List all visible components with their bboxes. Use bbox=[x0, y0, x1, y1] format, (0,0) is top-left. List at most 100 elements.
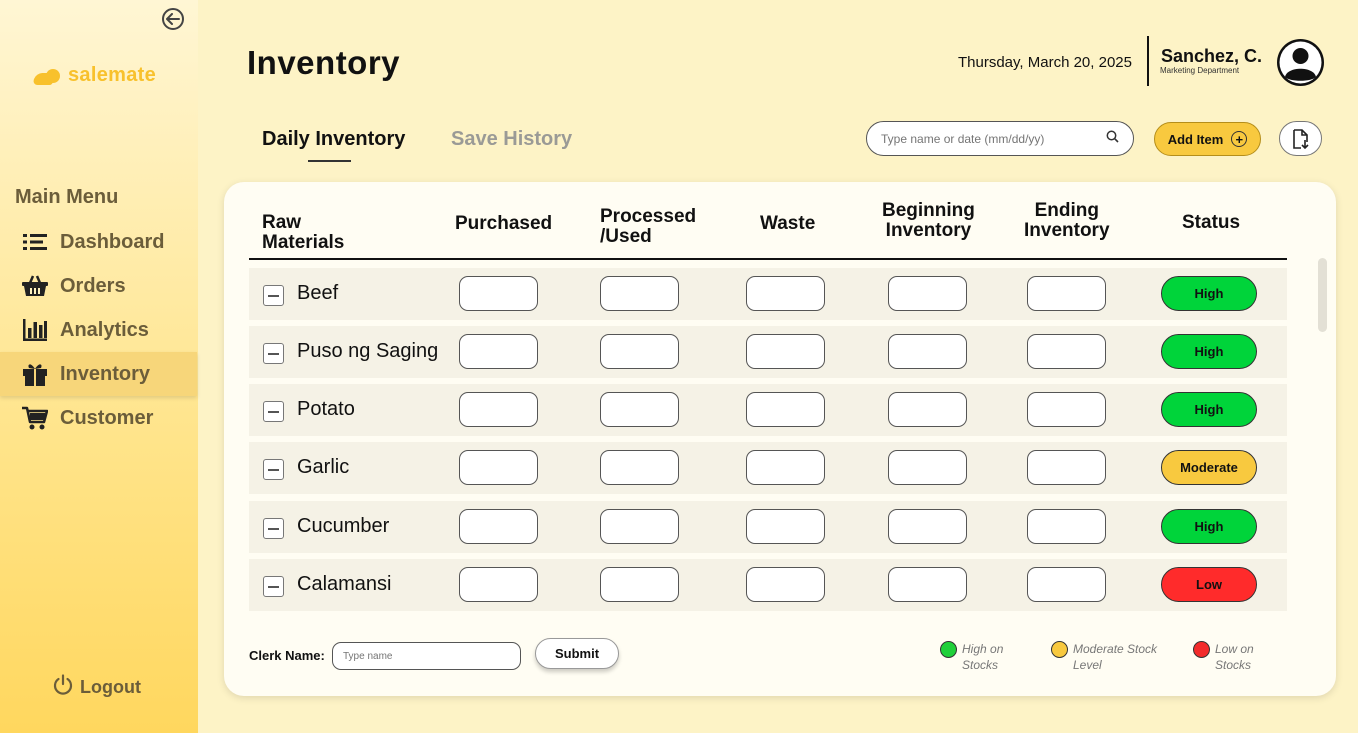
purchased-input[interactable] bbox=[459, 509, 538, 544]
logo-icon bbox=[34, 67, 64, 85]
waste-input[interactable] bbox=[746, 334, 825, 369]
legend-label: High on Stocks bbox=[962, 642, 1004, 672]
inventory-card: Raw Materials Purchased Processed /Used … bbox=[224, 182, 1336, 696]
status-badge: Low bbox=[1161, 567, 1257, 602]
logout-label: Logout bbox=[80, 677, 141, 697]
purchased-input[interactable] bbox=[459, 567, 538, 602]
waste-input[interactable] bbox=[746, 509, 825, 544]
beginning-inventory-input[interactable] bbox=[888, 392, 967, 427]
header-divider bbox=[1147, 36, 1149, 86]
ending-inventory-input[interactable] bbox=[1027, 450, 1106, 485]
beginning-inventory-input[interactable] bbox=[888, 567, 967, 602]
waste-input[interactable] bbox=[746, 392, 825, 427]
legend-high: High on Stocks bbox=[940, 641, 1024, 673]
ending-inventory-input[interactable] bbox=[1027, 276, 1106, 311]
processed-input[interactable] bbox=[600, 334, 679, 369]
beginning-inventory-input[interactable] bbox=[888, 276, 967, 311]
sidebar-item-inventory[interactable]: Inventory bbox=[0, 352, 197, 396]
beginning-inventory-input[interactable] bbox=[888, 450, 967, 485]
list-icon bbox=[22, 230, 48, 254]
tab-daily-inventory[interactable]: Daily Inventory bbox=[262, 128, 405, 151]
table-header-divider bbox=[249, 258, 1287, 260]
row-checkbox[interactable] bbox=[263, 459, 284, 480]
waste-input[interactable] bbox=[746, 276, 825, 311]
collapse-sidebar-icon[interactable] bbox=[162, 8, 184, 30]
tab-save-history[interactable]: Save History bbox=[451, 128, 572, 151]
sidebar-item-label: Dashboard bbox=[60, 230, 165, 253]
download-button[interactable] bbox=[1279, 121, 1322, 156]
processed-input[interactable] bbox=[600, 450, 679, 485]
column-header-status: Status bbox=[1182, 212, 1241, 233]
status-badge: Moderate bbox=[1161, 450, 1257, 485]
column-header-ending: Ending Inventory bbox=[1024, 201, 1110, 241]
column-header-line: Raw bbox=[262, 212, 302, 233]
column-header-raw-materials: Raw Materials bbox=[262, 213, 344, 253]
column-header-purchased: Purchased bbox=[455, 213, 553, 234]
purchased-input[interactable] bbox=[459, 276, 538, 311]
sidebar-item-dashboard[interactable]: Dashboard bbox=[0, 220, 198, 264]
sidebar-item-label: Inventory bbox=[60, 362, 151, 385]
purchased-input[interactable] bbox=[459, 450, 538, 485]
ending-inventory-input[interactable] bbox=[1027, 334, 1106, 369]
column-header-line: Materials bbox=[262, 232, 345, 253]
purchased-input[interactable] bbox=[459, 392, 538, 427]
sidebar-item-label: Orders bbox=[60, 274, 126, 297]
page-title: Inventory bbox=[247, 44, 401, 81]
search-input[interactable] bbox=[881, 131, 1091, 146]
sidebar: salemate Main Menu Dashboard Orders Anal… bbox=[0, 0, 198, 733]
status-badge: High bbox=[1161, 509, 1257, 544]
row-checkbox[interactable] bbox=[263, 285, 284, 306]
user-icon bbox=[1279, 41, 1322, 84]
table-scrollbar[interactable] bbox=[1318, 258, 1327, 332]
boxes-icon bbox=[22, 362, 48, 386]
table-row: Cucumber High bbox=[249, 501, 1287, 553]
processed-input[interactable] bbox=[600, 276, 679, 311]
processed-input[interactable] bbox=[600, 567, 679, 602]
add-item-label: Add Item bbox=[1167, 131, 1224, 147]
sidebar-item-customer[interactable]: Customer bbox=[0, 396, 198, 440]
search-icon[interactable] bbox=[1106, 130, 1119, 148]
processed-input[interactable] bbox=[600, 509, 679, 544]
row-checkbox[interactable] bbox=[263, 576, 284, 597]
row-checkbox[interactable] bbox=[263, 518, 284, 539]
purchased-input[interactable] bbox=[459, 334, 538, 369]
ending-inventory-input[interactable] bbox=[1027, 392, 1106, 427]
column-header-line: Beginning bbox=[882, 200, 975, 221]
row-checkbox[interactable] bbox=[263, 343, 284, 364]
sidebar-item-orders[interactable]: Orders bbox=[0, 264, 198, 308]
search-box bbox=[866, 121, 1134, 156]
waste-input[interactable] bbox=[746, 450, 825, 485]
sidebar-item-analytics[interactable]: Analytics bbox=[0, 308, 198, 352]
power-icon bbox=[52, 674, 74, 701]
sidebar-item-label: Customer bbox=[60, 406, 154, 429]
beginning-inventory-input[interactable] bbox=[888, 334, 967, 369]
avatar[interactable] bbox=[1277, 39, 1324, 86]
submit-button[interactable]: Submit bbox=[535, 638, 619, 669]
clerk-name-input[interactable] bbox=[332, 642, 521, 670]
ending-inventory-input[interactable] bbox=[1027, 509, 1106, 544]
legend-moderate: Moderate Stock Level bbox=[1051, 641, 1163, 673]
sidebar-nav: Dashboard Orders Analytics Inventory Cus… bbox=[0, 220, 198, 440]
column-header-line: Ending bbox=[1034, 200, 1099, 221]
add-item-button[interactable]: Add Item + bbox=[1154, 122, 1261, 156]
beginning-inventory-input[interactable] bbox=[888, 509, 967, 544]
file-download-icon bbox=[1292, 128, 1309, 149]
legend-label: Moderate Stock Level bbox=[1073, 642, 1158, 672]
legend-label: Low on Stocks bbox=[1215, 642, 1254, 672]
item-name: Calamansi bbox=[297, 573, 392, 595]
column-header-line: /Used bbox=[600, 226, 652, 247]
column-header-line: Processed bbox=[600, 206, 697, 227]
ending-inventory-input[interactable] bbox=[1027, 567, 1106, 602]
app-logo: salemate bbox=[34, 64, 156, 87]
column-header-line: Inventory bbox=[1024, 220, 1110, 241]
table-row: Garlic Moderate bbox=[249, 442, 1287, 494]
row-checkbox[interactable] bbox=[263, 401, 284, 422]
waste-input[interactable] bbox=[746, 567, 825, 602]
app-name: salemate bbox=[68, 64, 157, 86]
table-row: Potato High bbox=[249, 384, 1287, 436]
plus-circle-icon: + bbox=[1231, 131, 1248, 147]
logout-button[interactable]: Logout bbox=[52, 674, 141, 701]
processed-input[interactable] bbox=[600, 392, 679, 427]
column-header-waste: Waste bbox=[760, 213, 816, 234]
clerk-name-label: Clerk Name: bbox=[249, 648, 325, 663]
